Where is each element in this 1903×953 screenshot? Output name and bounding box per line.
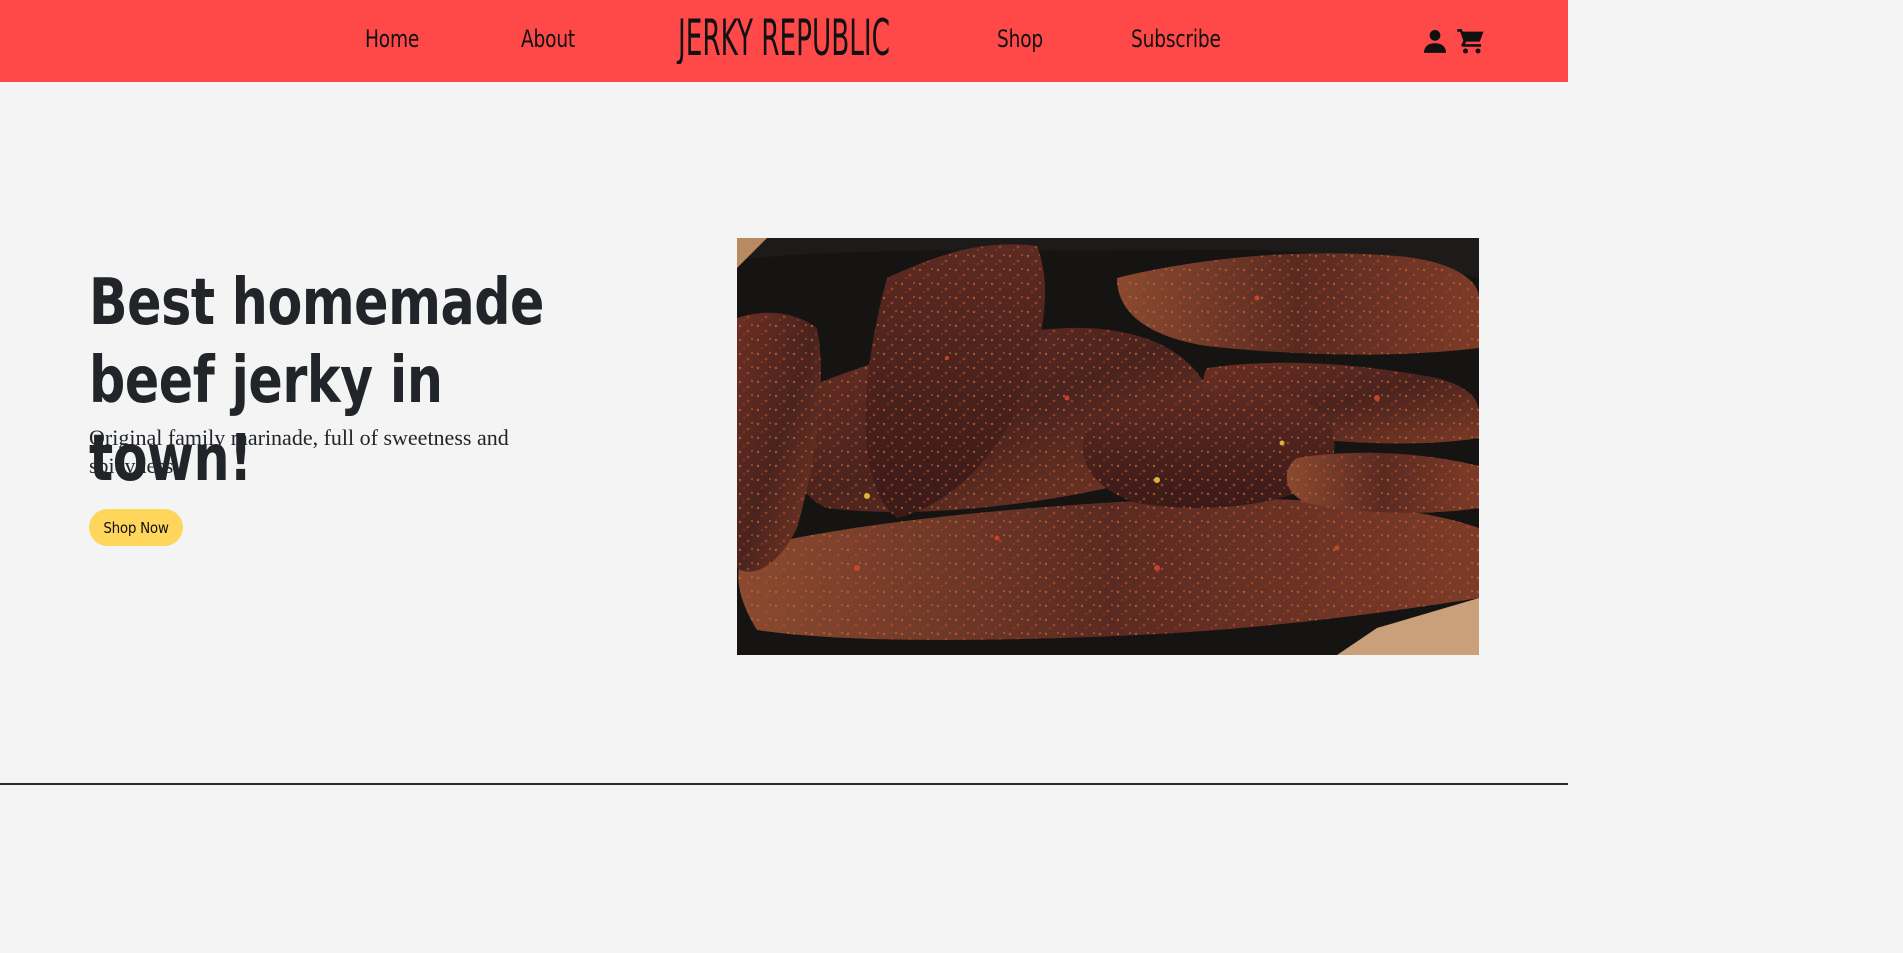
nav-link-subscribe[interactable]: Subscribe bbox=[1131, 22, 1221, 56]
cart-icon[interactable] bbox=[1456, 26, 1486, 56]
nav-link-shop[interactable]: Shop bbox=[997, 22, 1043, 56]
hero-subtitle: Original family marinade, full of sweetn… bbox=[89, 425, 509, 478]
hero-image-beef-jerky bbox=[737, 238, 1479, 655]
nav-link-about[interactable]: About bbox=[521, 22, 575, 56]
nav-link-home[interactable]: Home bbox=[365, 22, 419, 56]
shop-now-button[interactable]: Shop Now bbox=[89, 509, 183, 546]
hero-title-line-1: Best homemade bbox=[89, 266, 544, 340]
navbar: Home About JERKY REPUBLIC Shop Subscribe bbox=[0, 0, 1568, 82]
logo[interactable]: JERKY REPUBLIC bbox=[676, 6, 892, 64]
bottom-divider bbox=[0, 783, 1568, 785]
logo-text: JERKY REPUBLIC bbox=[676, 9, 890, 64]
user-icon[interactable] bbox=[1420, 26, 1450, 56]
